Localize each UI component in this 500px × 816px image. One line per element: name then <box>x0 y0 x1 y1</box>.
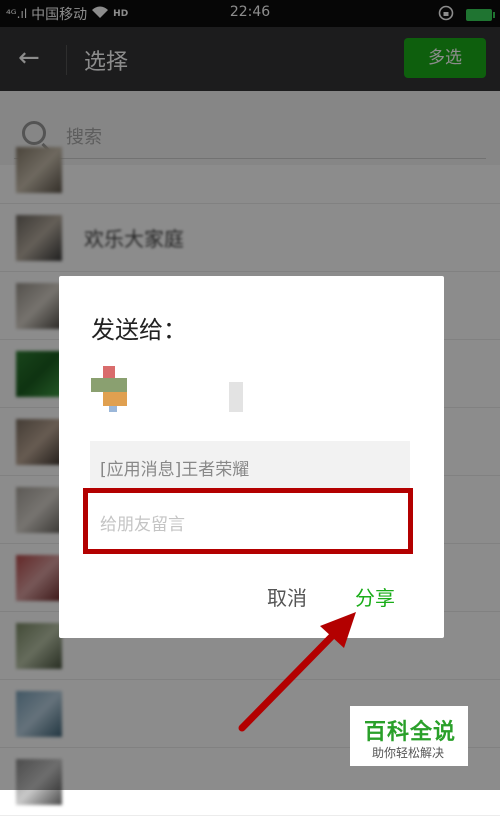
watermark-title: 百科全说 <box>364 720 457 745</box>
watermark-logo: 百科全说 助你轻松解决 <box>350 706 468 766</box>
watermark-subtitle: 助你轻松解决 <box>372 746 445 760</box>
pointer-arrow <box>238 612 356 732</box>
